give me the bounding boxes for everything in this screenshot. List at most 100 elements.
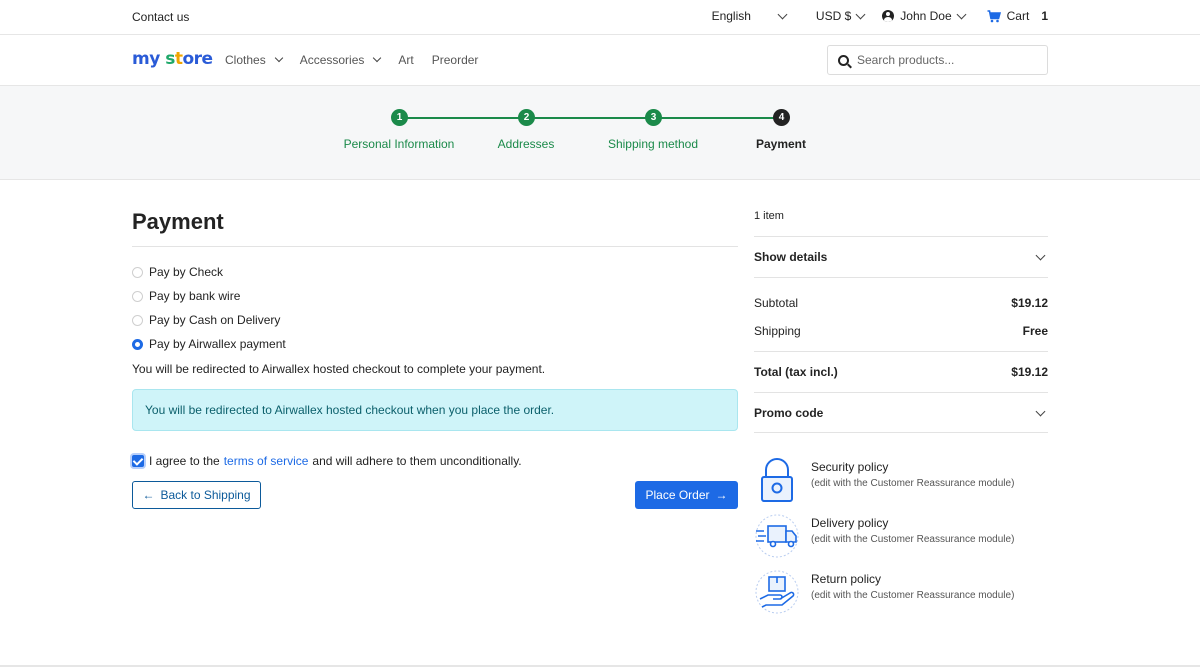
arrow-right-icon: → xyxy=(715,488,728,502)
step-4-number: 4 xyxy=(773,109,790,126)
arrow-left-icon: ← xyxy=(142,488,155,502)
step-2-number[interactable]: 2 xyxy=(518,109,535,126)
terms-suffix: and will adhere to them unconditionally. xyxy=(312,454,522,468)
step-connector xyxy=(654,117,781,119)
reassurance-delivery: Delivery policy (edit with the Customer … xyxy=(754,513,1048,559)
step-3-label[interactable]: Shipping method xyxy=(608,137,698,151)
step-connector xyxy=(527,117,654,119)
cart-label: Cart xyxy=(1006,9,1030,23)
subtotal-label: Subtotal xyxy=(754,296,799,310)
payment-option-label: Pay by Check xyxy=(149,265,224,279)
radio-button[interactable] xyxy=(132,314,143,326)
reassurance-title: Security policy xyxy=(811,460,889,474)
terms-agreement: I agree to the terms of service and will… xyxy=(132,454,522,468)
language-selector[interactable]: English xyxy=(711,9,788,23)
divider xyxy=(754,351,1048,352)
search-box xyxy=(827,45,1048,75)
terms-prefix: I agree to the xyxy=(149,454,220,468)
currency-selector[interactable]: USD $ xyxy=(815,9,866,23)
step-1-number[interactable]: 1 xyxy=(391,109,408,126)
divider xyxy=(754,236,1048,237)
step-1-label[interactable]: Personal Information xyxy=(344,137,455,151)
show-details-toggle[interactable]: Show details xyxy=(754,250,1048,264)
return-hand-box-icon xyxy=(755,570,799,614)
reassurance-security: Security policy (edit with the Customer … xyxy=(754,457,1048,503)
main-nav: Clothes Accessories Art Preorder xyxy=(225,53,496,67)
shipping-label: Shipping xyxy=(754,324,801,338)
total-label: Total (tax incl.) xyxy=(754,365,838,379)
payment-option-airwallex[interactable]: Pay by Airwallex payment xyxy=(132,332,286,356)
promo-code-label: Promo code xyxy=(754,406,824,420)
reassurance-subtitle: (edit with the Customer Reassurance modu… xyxy=(811,478,1015,489)
user-icon xyxy=(882,10,895,22)
payment-option-cash-on-delivery[interactable]: Pay by Cash on Delivery xyxy=(132,308,286,332)
reassurance-title: Return policy xyxy=(811,572,882,586)
chevron-down-icon xyxy=(855,9,866,19)
cart-link[interactable]: Cart 1 xyxy=(987,9,1048,23)
user-name: John Doe xyxy=(900,9,952,23)
total-row: Total (tax incl.) $19.12 xyxy=(754,365,1048,379)
payment-options: Pay by Check Pay by bank wire Pay by Cas… xyxy=(132,260,286,356)
reassurance-subtitle: (edit with the Customer Reassurance modu… xyxy=(811,534,1015,545)
shipping-value: Free xyxy=(1022,324,1048,338)
back-to-shipping-button[interactable]: ← Back to Shipping xyxy=(132,481,261,509)
payment-option-check[interactable]: Pay by Check xyxy=(132,260,286,284)
nav-item-accessories[interactable]: Accessories xyxy=(300,53,382,67)
main-header: my store Clothes Accessories Art Preorde… xyxy=(0,35,1200,86)
page-title: Payment xyxy=(132,209,224,234)
terms-of-service-link[interactable]: terms of service xyxy=(224,454,309,468)
back-button-label: Back to Shipping xyxy=(160,488,251,502)
redirect-description: You will be redirected to Airwallex host… xyxy=(132,362,546,376)
cart-count: 1 xyxy=(1041,9,1048,23)
chevron-down-icon xyxy=(373,53,382,63)
nav-item-preorder[interactable]: Preorder xyxy=(432,53,479,67)
top-bar: Contact us English USD $ John Doe Cart 1 xyxy=(0,0,1200,35)
subtotal-row: Subtotal $19.12 xyxy=(754,296,1048,310)
payment-option-label: Pay by Airwallex payment xyxy=(149,337,286,351)
step-connector xyxy=(400,117,527,119)
search-input[interactable] xyxy=(857,53,1027,67)
step-4-label: Payment xyxy=(755,137,807,151)
divider xyxy=(132,246,738,247)
radio-button-selected[interactable] xyxy=(132,338,143,350)
delivery-truck-icon xyxy=(755,514,799,558)
place-order-label: Place Order xyxy=(645,488,710,502)
shipping-row: Shipping Free xyxy=(754,324,1048,338)
promo-code-toggle[interactable]: Promo code xyxy=(754,406,1048,420)
divider xyxy=(754,432,1048,433)
radio-button[interactable] xyxy=(132,290,143,302)
logo-part: my xyxy=(132,49,160,69)
search-icon[interactable] xyxy=(838,54,849,66)
payment-option-bank-wire[interactable]: Pay by bank wire xyxy=(132,284,286,308)
reassurance-subtitle: (edit with the Customer Reassurance modu… xyxy=(811,590,1015,601)
chevron-down-icon xyxy=(1035,406,1046,416)
divider xyxy=(754,277,1048,278)
payment-option-label: Pay by Cash on Delivery xyxy=(149,313,281,327)
language-label: English xyxy=(711,9,751,23)
logo-part: s xyxy=(165,49,175,69)
checkout-steps: 1 2 3 4 Personal Information Addresses S… xyxy=(0,86,1200,180)
currency-label: USD $ xyxy=(815,9,852,23)
total-value: $19.12 xyxy=(1011,365,1048,379)
nav-item-art[interactable]: Art xyxy=(398,53,413,67)
reassurance-title: Delivery policy xyxy=(811,516,889,530)
nav-item-label: Preorder xyxy=(431,53,479,67)
nav-item-label: Art xyxy=(398,53,414,67)
place-order-button[interactable]: Place Order → xyxy=(635,481,738,509)
nav-item-label: Clothes xyxy=(225,53,266,67)
radio-button[interactable] xyxy=(132,266,143,278)
store-logo[interactable]: my store xyxy=(132,49,213,69)
top-bar-right: English USD $ John Doe Cart 1 xyxy=(712,9,1048,23)
chevron-down-icon xyxy=(1035,250,1046,260)
user-menu[interactable]: John Doe xyxy=(882,9,967,23)
contact-link[interactable]: Contact us xyxy=(132,10,189,24)
divider xyxy=(754,392,1048,393)
item-count: 1 item xyxy=(754,210,784,222)
reassurance-return: Return policy (edit with the Customer Re… xyxy=(754,569,1048,615)
nav-item-clothes[interactable]: Clothes xyxy=(225,53,283,67)
step-3-number[interactable]: 3 xyxy=(645,109,662,126)
step-2-label[interactable]: Addresses xyxy=(498,137,555,151)
payment-option-label: Pay by bank wire xyxy=(149,289,241,303)
logo-part: ore xyxy=(182,49,213,69)
terms-checkbox[interactable] xyxy=(132,455,144,467)
